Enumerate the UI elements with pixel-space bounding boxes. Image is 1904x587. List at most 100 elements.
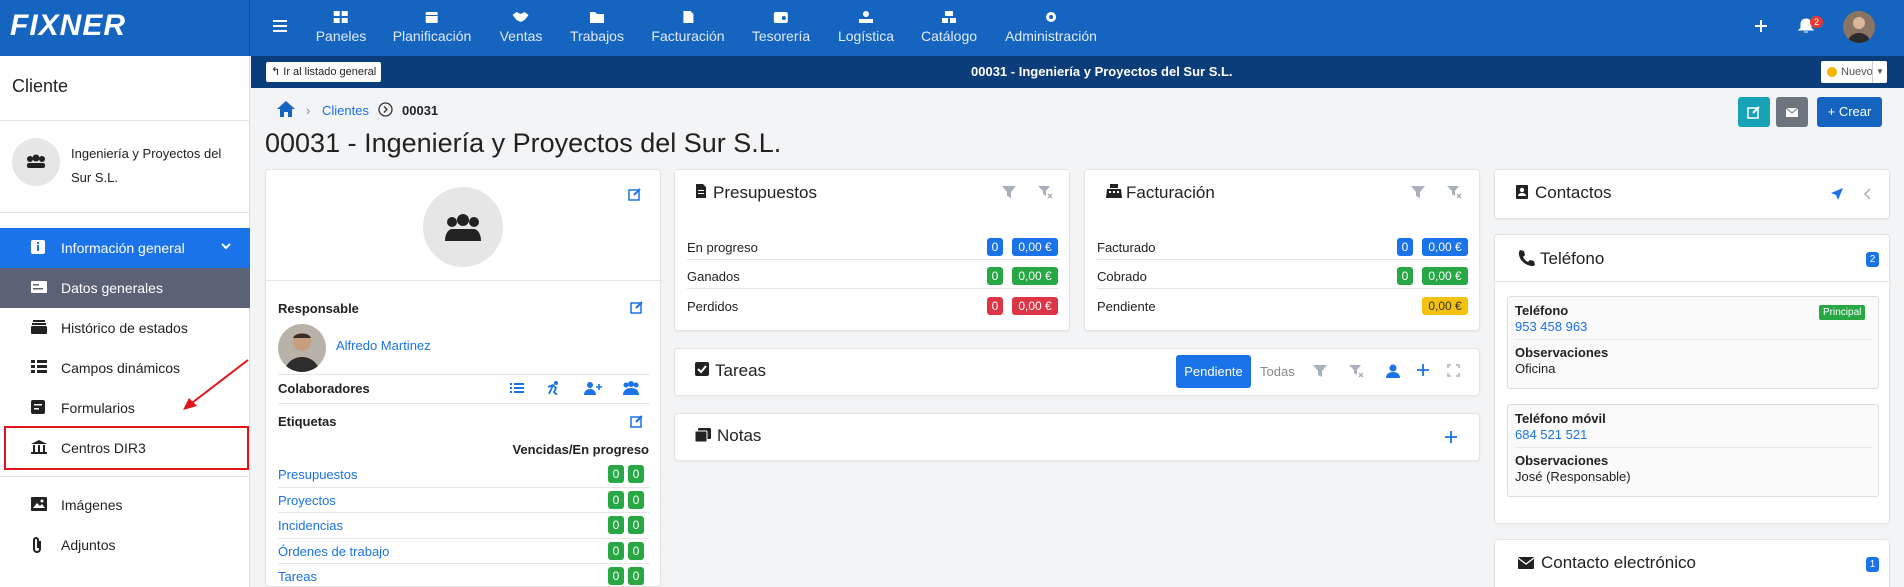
stat-presupuestos-link[interactable]: Presupuestos bbox=[278, 467, 358, 482]
running-person-icon[interactable] bbox=[545, 381, 563, 395]
expand-icon[interactable] bbox=[1447, 364, 1460, 377]
stat-incidencias-link[interactable]: Incidencias bbox=[278, 518, 343, 533]
divider bbox=[278, 374, 650, 375]
app-logo[interactable]: FIXNER bbox=[10, 9, 126, 43]
user-avatar[interactable] bbox=[1843, 11, 1875, 43]
presupuestos-row-label: Ganados bbox=[687, 269, 740, 284]
arrow-annotation-icon bbox=[183, 359, 249, 410]
facturacion-title: Facturación bbox=[1126, 183, 1215, 202]
phone-entry: Teléfono Principal 953 458 963 Observaci… bbox=[1507, 296, 1879, 389]
filter-clear-icon[interactable] bbox=[1037, 185, 1053, 199]
status-dot bbox=[1827, 67, 1837, 77]
nav-tesoreria[interactable]: Tesorería bbox=[752, 10, 810, 44]
sidebar-item-adjuntos[interactable]: Adjuntos bbox=[0, 525, 250, 565]
tab-pendiente[interactable]: Pendiente bbox=[1176, 355, 1251, 388]
locate-icon[interactable] bbox=[1830, 187, 1844, 201]
wallet-icon bbox=[773, 12, 788, 23]
filter-icon[interactable] bbox=[1001, 185, 1017, 199]
breadcrumb-current: 00031 bbox=[402, 103, 439, 118]
breadcrumb-clientes[interactable]: Clientes bbox=[322, 103, 369, 118]
observaciones-label: Observaciones bbox=[1515, 453, 1609, 468]
stat-proyectos-link[interactable]: Proyectos bbox=[278, 493, 336, 508]
assign-user-icon[interactable] bbox=[1386, 363, 1400, 379]
plus-icon[interactable] bbox=[1444, 430, 1458, 444]
amount-badge: 0,00 € bbox=[1012, 267, 1058, 285]
phone-label: Teléfono bbox=[1515, 303, 1569, 318]
tab-todas[interactable]: Todas bbox=[1260, 364, 1295, 379]
phone-entry: Teléfono móvil 684 521 521 Observaciones… bbox=[1507, 404, 1879, 497]
address-book-icon bbox=[1515, 184, 1529, 200]
contactos-card: Contactos bbox=[1494, 169, 1890, 219]
filter-clear-icon[interactable] bbox=[1348, 364, 1364, 378]
observaciones-label: Observaciones bbox=[1515, 345, 1609, 360]
edit-icon[interactable] bbox=[630, 414, 644, 428]
stat-progreso-badge: 0 bbox=[628, 516, 644, 534]
stat-vencidas-badge: 0 bbox=[608, 567, 624, 585]
create-button[interactable]: + Crear bbox=[1817, 97, 1882, 127]
nav-planificacion[interactable]: Planificación bbox=[393, 10, 471, 44]
cash-register-icon bbox=[1105, 183, 1123, 199]
invoice-icon bbox=[695, 183, 707, 199]
phone-number-link[interactable]: 684 521 521 bbox=[1515, 427, 1587, 442]
nav-ventas[interactable]: Ventas bbox=[500, 10, 542, 44]
stat-ordenes-link[interactable]: Órdenes de trabajo bbox=[278, 544, 389, 559]
divider bbox=[1515, 447, 1873, 448]
nav-facturacion[interactable]: Facturación bbox=[651, 10, 725, 44]
facturacion-row-label: Pendiente bbox=[1097, 299, 1156, 314]
divider bbox=[278, 512, 650, 513]
calendar-icon bbox=[425, 12, 438, 23]
plus-icon[interactable] bbox=[1416, 363, 1430, 377]
stat-progreso-badge: 0 bbox=[628, 567, 644, 585]
responsable-label: Responsable bbox=[278, 301, 359, 316]
status-dropdown[interactable]: Nuevo ▼ bbox=[1821, 61, 1887, 83]
nav-trabajos[interactable]: Trabajos bbox=[570, 10, 624, 44]
responsable-avatar bbox=[278, 324, 326, 372]
edit-button[interactable] bbox=[1738, 97, 1770, 127]
sidebar-item-historico-estados[interactable]: Histórico de estados bbox=[0, 308, 250, 348]
chevron-left-icon[interactable] bbox=[1862, 187, 1872, 201]
responsable-name[interactable]: Alfredo Martinez bbox=[336, 338, 431, 353]
stat-tareas-link[interactable]: Tareas bbox=[278, 569, 317, 584]
image-icon bbox=[30, 496, 48, 512]
plus-icon[interactable] bbox=[1753, 18, 1769, 34]
stat-progreso-badge: 0 bbox=[628, 491, 644, 509]
stat-progreso-badge: 0 bbox=[628, 542, 644, 560]
divider bbox=[278, 538, 650, 539]
phone-number-link[interactable]: 953 458 963 bbox=[1515, 319, 1587, 334]
stats-header: Vencidas/En progreso bbox=[512, 442, 649, 457]
hamburger-menu-icon[interactable] bbox=[270, 16, 290, 36]
back-to-list-button[interactable]: ↰ Ir al listado general bbox=[266, 62, 382, 82]
edit-icon[interactable] bbox=[628, 187, 642, 201]
divider bbox=[278, 563, 650, 564]
user-plus-icon[interactable] bbox=[584, 381, 602, 395]
users-icon[interactable] bbox=[621, 381, 641, 395]
sidebar-item-datos-generales[interactable]: Datos generales bbox=[0, 268, 250, 308]
electronico-count-badge: 1 bbox=[1866, 557, 1879, 572]
invoice-icon bbox=[683, 11, 693, 23]
home-icon[interactable] bbox=[276, 100, 296, 118]
nav-logistica[interactable]: Logística bbox=[838, 10, 894, 44]
stat-vencidas-badge: 0 bbox=[608, 516, 624, 534]
email-button[interactable] bbox=[1776, 97, 1808, 127]
nav-paneles[interactable]: Paneles bbox=[316, 10, 366, 44]
telefono-count-badge: 2 bbox=[1866, 252, 1879, 267]
notas-card: Notas bbox=[674, 413, 1480, 461]
list-icon[interactable] bbox=[509, 381, 525, 395]
caret-down-icon[interactable]: ▼ bbox=[1872, 61, 1887, 83]
dashboard-icon bbox=[334, 11, 348, 23]
stat-vencidas-badge: 0 bbox=[608, 542, 624, 560]
filter-clear-icon[interactable] bbox=[1446, 185, 1462, 199]
sidebar-section-informacion-general[interactable]: Información general bbox=[0, 228, 250, 268]
client-avatar bbox=[12, 138, 60, 186]
page-title: 00031 - Ingeniería y Proyectos del Sur S… bbox=[265, 128, 782, 158]
divider bbox=[687, 259, 1059, 260]
folder-icon bbox=[589, 12, 604, 23]
nav-administracion[interactable]: Administración bbox=[1005, 10, 1097, 44]
filter-icon[interactable] bbox=[1312, 364, 1328, 378]
sidebar-item-imagenes[interactable]: Imágenes bbox=[0, 485, 250, 525]
nav-catalogo[interactable]: Catálogo bbox=[921, 10, 977, 44]
filter-icon[interactable] bbox=[1410, 185, 1426, 199]
edit-icon[interactable] bbox=[630, 300, 644, 314]
count-badge: 0 bbox=[987, 238, 1003, 256]
telefono-title: Teléfono bbox=[1540, 249, 1605, 268]
